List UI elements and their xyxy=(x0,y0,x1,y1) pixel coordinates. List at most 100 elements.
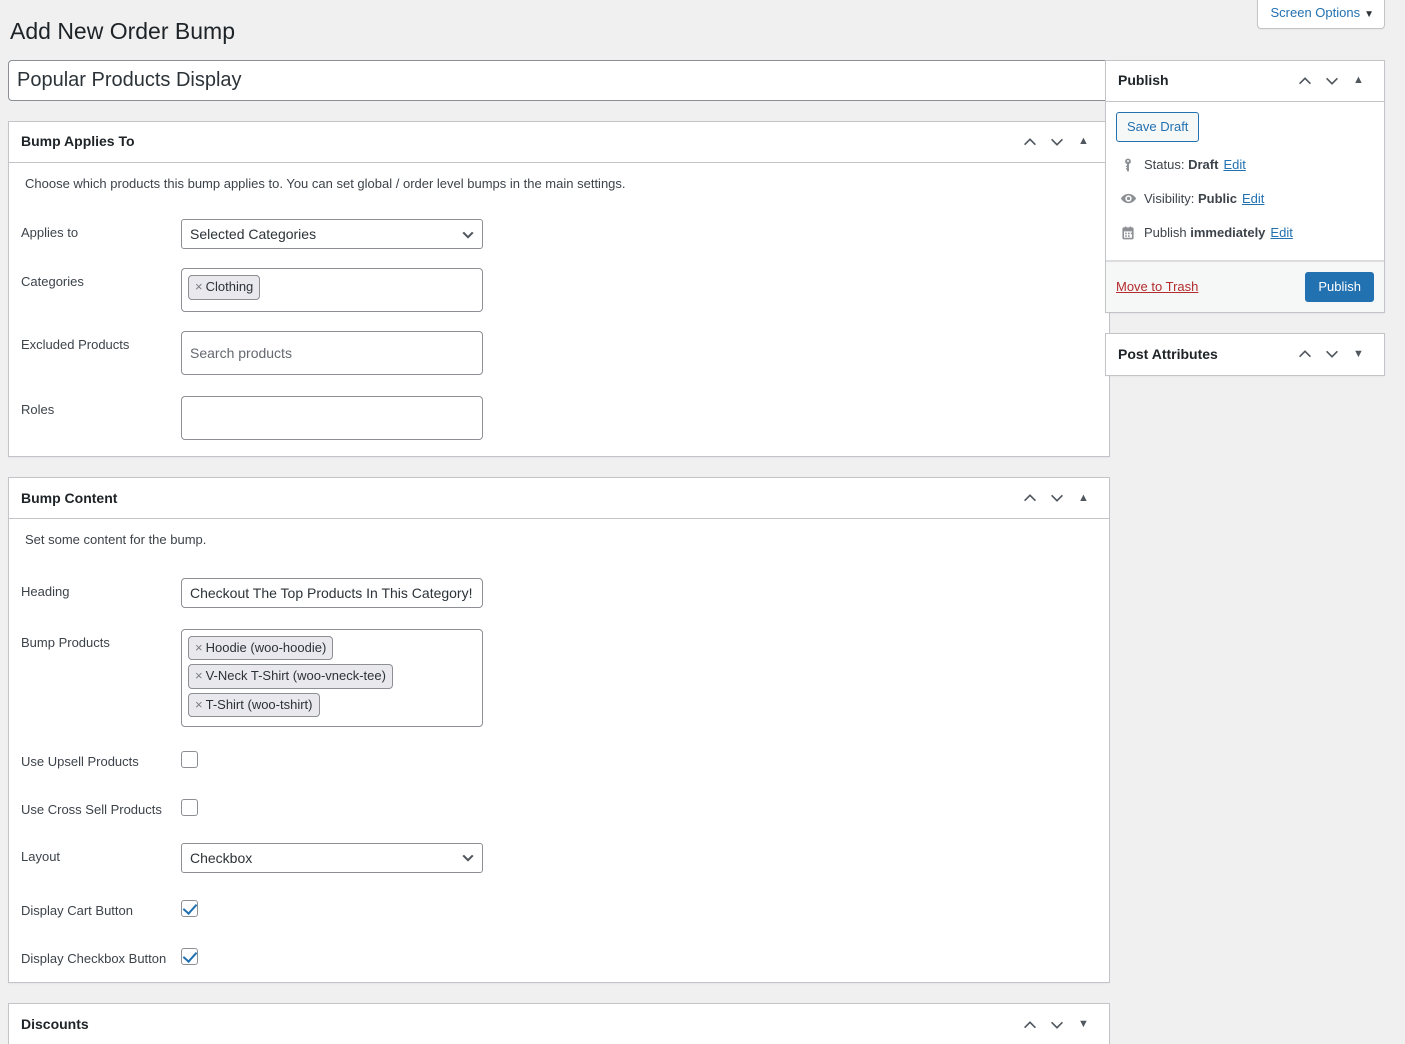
panel-header-bump-applies-to: Bump Applies To ▲ xyxy=(9,122,1109,163)
move-to-trash-link[interactable]: Move to Trash xyxy=(1116,279,1198,294)
tag-item[interactable]: × Clothing xyxy=(188,275,261,300)
move-up-icon[interactable] xyxy=(1291,63,1318,99)
control-roles xyxy=(181,396,1097,441)
major-publishing-actions: Move to Trash Publish xyxy=(1106,260,1384,312)
label-display-checkbox-button: Display Checkbox Button xyxy=(21,950,167,966)
panel-publish: Publish ▲ Save Draft Status: Draft Edit … xyxy=(1105,59,1385,313)
remove-tag-icon[interactable]: × xyxy=(195,279,203,294)
move-up-icon[interactable] xyxy=(1291,336,1318,372)
move-down-icon[interactable] xyxy=(1043,1007,1070,1043)
post-status-value: Draft xyxy=(1188,156,1219,172)
bump-products-tag-input[interactable]: × Hoodie (woo-hoodie) × V-Neck T-Shirt (wo… xyxy=(181,628,483,728)
post-visibility-value: Public xyxy=(1197,190,1237,206)
title-field-wrap xyxy=(8,59,1110,101)
field-group-bump-content: Heading Bump Products ×Hoodie (woo-hoodi… xyxy=(21,577,1097,968)
panel-bump-content: Bump Content ▲ Set some content for the … xyxy=(8,477,1110,984)
toggle-panel-icon[interactable]: ▲ xyxy=(1070,480,1097,516)
field-row-bump-products: Bump Products × Hoodie (woo-hoodie) × V-Ne… xyxy=(21,628,1097,728)
remove-tag-icon[interactable]: × xyxy=(195,668,203,683)
panel-header-publish: Publish ▲ xyxy=(1106,61,1384,102)
panel-header-discounts: Discounts ▼ xyxy=(9,1004,1109,1044)
remove-tag-icon[interactable]: × xyxy=(195,697,203,712)
key-icon xyxy=(1118,155,1138,175)
post-visibility-row: Visibility: Public Edit xyxy=(1106,182,1384,216)
triangle-up-icon: ▲ xyxy=(1078,135,1089,148)
label-roles: Roles xyxy=(21,402,55,418)
panel-header-bump-content: Bump Content ▲ xyxy=(9,478,1109,520)
panel-title-bump-applies-to: Bump Applies To xyxy=(21,133,135,150)
misc-publishing-actions: Status: Draft Edit Visibility: Public Ed… xyxy=(1106,142,1384,260)
minor-publishing-actions: Save Draft xyxy=(1106,102,1384,142)
field-row-roles: Roles xyxy=(21,396,1097,441)
categories-tag-input[interactable]: × Clothing xyxy=(181,268,483,313)
control-heading xyxy=(181,577,1097,608)
panel-post-attributes: Post Attributes ▼ xyxy=(1105,332,1385,376)
publish-button[interactable]: Publish xyxy=(1305,271,1374,302)
control-categories: × Clothing xyxy=(181,268,1097,313)
panel-title-post-attributes: Post Attributes xyxy=(1118,345,1218,362)
triangle-up-icon: ▲ xyxy=(1078,491,1089,504)
field-row-heading: Heading xyxy=(21,577,1097,608)
toggle-panel-icon[interactable]: ▼ xyxy=(1345,336,1372,372)
excluded-products-search-input[interactable]: Search products xyxy=(181,331,483,376)
control-display-cart-button xyxy=(181,897,1097,917)
move-down-icon[interactable] xyxy=(1318,336,1345,372)
panel-title-discounts: Discounts xyxy=(21,1015,89,1032)
move-up-icon[interactable] xyxy=(1016,124,1043,160)
tag-item[interactable]: × V-Neck T-Shirt (woo-vneck-tee) xyxy=(188,664,393,689)
panel-discounts: Discounts ▼ xyxy=(8,1003,1110,1044)
label-applies-to: Applies to xyxy=(21,225,79,241)
label-display-cart-button: Display Cart Button xyxy=(21,902,133,918)
edit-visibility-link[interactable]: Edit xyxy=(1242,190,1264,208)
triangle-down-icon: ▼ xyxy=(1353,347,1364,360)
remove-tag-icon[interactable]: × xyxy=(195,640,203,655)
panel-bump-applies-to: Bump Applies To ▲ Choose which products … xyxy=(8,120,1110,458)
panel-handle-actions: ▼ xyxy=(1016,1007,1097,1043)
move-up-icon[interactable] xyxy=(1016,480,1043,516)
move-down-icon[interactable] xyxy=(1043,124,1070,160)
label-excluded-products: Excluded Products xyxy=(21,337,130,353)
eye-icon xyxy=(1118,189,1138,209)
save-draft-button[interactable]: Save Draft xyxy=(1116,111,1200,142)
applies-to-select[interactable]: Selected Categories xyxy=(181,219,483,250)
move-up-icon[interactable] xyxy=(1016,1007,1043,1043)
field-row-use-cross-sell-products: Use Cross Sell Products xyxy=(21,796,1097,819)
edit-status-link[interactable]: Edit xyxy=(1223,156,1245,174)
label-categories: Categories xyxy=(21,274,84,290)
panel-body-publish: Save Draft Status: Draft Edit Visibility… xyxy=(1106,102,1384,312)
control-layout: Checkbox xyxy=(181,842,1097,873)
control-use-upsell-products xyxy=(181,748,1097,769)
toggle-panel-icon[interactable]: ▲ xyxy=(1070,124,1097,160)
tag-label: T-Shirt (woo-tshirt) xyxy=(205,696,313,712)
tag-label: Clothing xyxy=(205,279,254,295)
edit-schedule-link[interactable]: Edit xyxy=(1270,224,1292,242)
roles-input[interactable] xyxy=(181,396,483,441)
panel-handle-actions: ▲ xyxy=(1291,63,1372,99)
toggle-panel-icon[interactable]: ▼ xyxy=(1070,1007,1097,1043)
triangle-up-icon: ▲ xyxy=(1353,74,1364,87)
tag-item[interactable]: × T-Shirt (woo-tshirt) xyxy=(188,692,320,718)
display-checkbox-button-checkbox[interactable] xyxy=(181,947,198,965)
heading-input[interactable] xyxy=(181,577,483,608)
post-title-input[interactable] xyxy=(8,59,1110,101)
toggle-panel-icon[interactable]: ▲ xyxy=(1345,63,1372,99)
field-row-layout: Layout Checkbox xyxy=(21,842,1097,873)
use-cross-sell-products-checkbox[interactable] xyxy=(181,798,198,816)
move-down-icon[interactable] xyxy=(1318,63,1345,99)
panel-body-bump-content: Set some content for the bump. Heading B… xyxy=(9,530,1109,982)
use-upsell-products-checkbox[interactable] xyxy=(181,751,198,769)
panel-description: Choose which products this bump applies … xyxy=(25,175,626,191)
layout-select[interactable]: Checkbox xyxy=(181,842,483,873)
panel-handle-actions: ▲ xyxy=(1016,124,1097,160)
excluded-products-placeholder: Search products xyxy=(190,345,292,362)
field-row-display-cart-button: Display Cart Button xyxy=(21,897,1097,920)
move-down-icon[interactable] xyxy=(1043,480,1070,516)
sidebar-column: Publish ▲ Save Draft Status: Draft Edit … xyxy=(1105,59,1385,396)
admin-page-wrap: Add New Order Bump Bump Applies To xyxy=(0,0,1405,1044)
display-cart-button-checkbox[interactable] xyxy=(181,899,198,917)
panel-description: Set some content for the bump. xyxy=(25,532,207,548)
label-heading: Heading xyxy=(21,583,70,599)
field-row-excluded-products: Excluded Products Search products xyxy=(21,331,1097,376)
tag-item[interactable]: × Hoodie (woo-hoodie) xyxy=(188,635,334,661)
panel-handle-actions: ▼ xyxy=(1291,336,1372,372)
